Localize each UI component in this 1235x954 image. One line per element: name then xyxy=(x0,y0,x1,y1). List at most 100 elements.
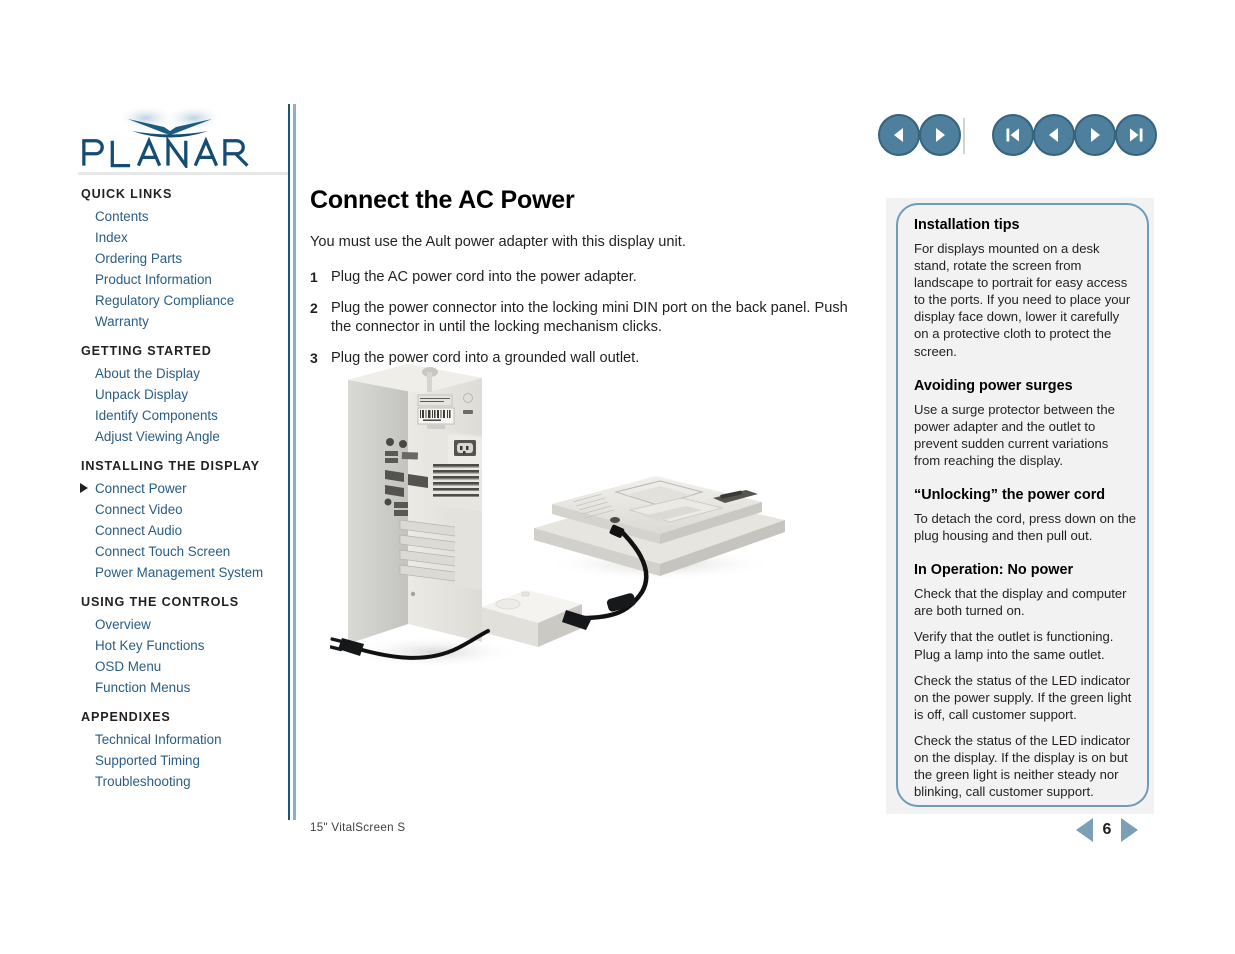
sidebar-item-warranty[interactable]: Warranty xyxy=(78,311,290,332)
sidebar-item-label: Ordering Parts xyxy=(95,251,183,266)
sidebar-item-supported-timing[interactable]: Supported Timing xyxy=(78,750,290,771)
sidebar-item-identify-components[interactable]: Identify Components xyxy=(78,405,290,426)
sidebar-item-label: Troubleshooting xyxy=(95,774,191,789)
previous-page-button[interactable] xyxy=(1033,114,1075,156)
back-arrow-button[interactable] xyxy=(878,114,920,156)
triangle-left-icon xyxy=(894,128,903,142)
sidebar-item-function-menus[interactable]: Function Menus xyxy=(78,677,290,698)
sidebar-item-contents[interactable]: Contents xyxy=(78,206,290,227)
sidebar-item-label: Unpack Display xyxy=(95,387,189,402)
sidebar-group-heading: INSTALLING THE DISPLAY xyxy=(81,459,260,473)
skip-forward-icon xyxy=(1130,128,1143,142)
figure-illustration xyxy=(330,364,785,668)
sidebar-item-label: Product Information xyxy=(95,272,212,287)
intro-paragraph: You must use the Ault power adapter with… xyxy=(310,234,686,250)
sidebar-group: APPENDIXES Technical Information Supported… xyxy=(78,709,290,792)
sidebar-item-connect-video[interactable]: Connect Video xyxy=(78,499,290,520)
sidebar-group-heading: QUICK LINKS xyxy=(81,187,173,201)
step-number: 2 xyxy=(310,299,318,316)
connection-diagram-photo xyxy=(330,352,810,692)
triangle-right-icon xyxy=(936,128,945,142)
pc-tower xyxy=(348,364,482,644)
column-rule-dark xyxy=(288,104,290,820)
planar-wordmark xyxy=(82,136,249,168)
main-content: Connect the AC Power You must use the Au… xyxy=(310,186,855,379)
sidebar-group-heading: USING THE CONTROLS xyxy=(81,595,240,609)
page-number: 6 xyxy=(1102,821,1112,838)
tip-paragraph: Use a surge protector between the power … xyxy=(914,401,1115,468)
sidebar-item-label: Index xyxy=(95,230,128,245)
tip-paragraph: Check that the display and computer are … xyxy=(914,586,1127,619)
sidebar-item-index[interactable]: Index xyxy=(78,227,290,248)
sidebar-item-adjust-viewing-angle[interactable]: Adjust Viewing Angle xyxy=(78,426,290,447)
document-page: QUICK LINKS Contents Index Ordering Parts Pr… xyxy=(0,0,1235,954)
sidebar-item-product-information[interactable]: Product Information xyxy=(78,269,290,290)
sidebar-item-label: OSD Menu xyxy=(95,659,162,674)
sidebar-group-heading: GETTING STARTED xyxy=(81,344,212,358)
page-title: Connect the AC Power xyxy=(310,186,575,214)
sidebar-group-heading: APPENDIXES xyxy=(81,710,171,724)
sidebar-group: USING THE CONTROLS Overview Hot Key Functi… xyxy=(78,594,290,698)
sidebar-item-label: Connect Touch Screen xyxy=(95,544,231,559)
sidebar-item-label: Contents xyxy=(95,209,149,224)
sidebar-item-label: Overview xyxy=(95,617,151,632)
tip-paragraph: Check the status of the LED indicator on… xyxy=(914,672,1132,722)
sidebar-item-overview[interactable]: Overview xyxy=(78,614,290,635)
sidebar-item-osd-menu[interactable]: OSD Menu xyxy=(78,656,290,677)
procedure-step: 2 Plug the power connector into the locki… xyxy=(310,299,855,338)
step-text: Plug the AC power cord into the power ad… xyxy=(331,269,637,285)
sidebar-item-power-management-system[interactable]: Power Management System xyxy=(78,562,290,583)
sidebar-group: INSTALLING THE DISPLAY Connect Power Conne… xyxy=(78,458,290,583)
sidebar-item-label: Connect Audio xyxy=(95,523,183,538)
first-page-button[interactable] xyxy=(992,114,1034,156)
sidebar-item-label: Connect Power xyxy=(95,481,187,496)
sidebar-item-label: Supported Timing xyxy=(95,753,200,768)
pager-next-button[interactable] xyxy=(1121,818,1138,842)
sidebar-item-label: Identify Components xyxy=(95,408,218,423)
planar-logo[interactable] xyxy=(78,104,258,172)
triangle-right-icon xyxy=(1091,128,1100,142)
tip-heading: Avoiding power surges xyxy=(914,377,1073,394)
tip-heading: In Operation: No power xyxy=(914,562,1074,579)
sidebar-item-label: Power Management System xyxy=(95,565,264,580)
sidebar-item-label: Adjust Viewing Angle xyxy=(95,429,220,444)
tip-paragraph: For displays mounted on a desk stand, ro… xyxy=(914,241,1131,359)
sidebar-item-regulatory-compliance[interactable]: Regulatory Compliance xyxy=(78,290,290,311)
tip-paragraph: Verify that the outlet is functioning. P… xyxy=(914,629,1114,662)
sidebar-item-connect-audio[interactable]: Connect Audio xyxy=(78,520,290,541)
procedure-step: 1 Plug the AC power cord into the power a… xyxy=(310,268,855,288)
sidebar-group: QUICK LINKS Contents Index Ordering Parts Pr… xyxy=(78,186,290,332)
pager-previous-button[interactable] xyxy=(1076,818,1093,842)
tip-heading: “Unlocking” the power cord xyxy=(914,487,1106,504)
sidebar-item-connect-touch-screen[interactable]: Connect Touch Screen xyxy=(78,541,290,562)
forward-arrow-button[interactable] xyxy=(919,114,961,156)
step-number: 1 xyxy=(310,269,318,285)
toolbar-separator xyxy=(963,118,965,154)
triangle-left-icon xyxy=(1049,128,1058,142)
sidebar-item-label: Warranty xyxy=(95,314,149,329)
header-divider xyxy=(78,172,290,175)
sidebar-item-label: About the Display xyxy=(95,366,200,381)
sidebar-item-label: Connect Video xyxy=(95,502,183,517)
sidebar-item-hot-key-functions[interactable]: Hot Key Functions xyxy=(78,635,290,656)
sidebar-item-about-the-display[interactable]: About the Display xyxy=(78,363,290,384)
sidebar-item-connect-power[interactable]: Connect Power xyxy=(78,478,290,499)
brand-header xyxy=(78,104,283,172)
sidebar-item-unpack-display[interactable]: Unpack Display xyxy=(78,384,290,405)
sidebar-item-ordering-parts[interactable]: Ordering Parts xyxy=(78,248,290,269)
sidebar-item-label: Hot Key Functions xyxy=(95,638,205,653)
installation-tips-panel: Installation tips For displays mounted on… xyxy=(914,216,1136,800)
active-page-marker-icon xyxy=(80,483,88,493)
column-rule-light xyxy=(293,104,296,820)
sidebar-item-label: Technical Information xyxy=(95,732,222,747)
step-number: 3 xyxy=(310,349,318,366)
tip-paragraph: To detach the cord, press down on the pl… xyxy=(914,511,1137,544)
tip-heading: Installation tips xyxy=(914,217,1020,233)
skip-back-icon xyxy=(1006,128,1019,142)
sidebar-navigation: QUICK LINKS Contents Index Ordering Parts Pr… xyxy=(78,186,290,803)
product-footer-label: 15" VitalScreen S xyxy=(310,821,406,834)
sidebar-item-troubleshooting[interactable]: Troubleshooting xyxy=(78,771,290,792)
last-page-button[interactable] xyxy=(1115,114,1157,156)
sidebar-item-technical-information[interactable]: Technical Information xyxy=(78,729,290,750)
next-page-button[interactable] xyxy=(1074,114,1116,156)
